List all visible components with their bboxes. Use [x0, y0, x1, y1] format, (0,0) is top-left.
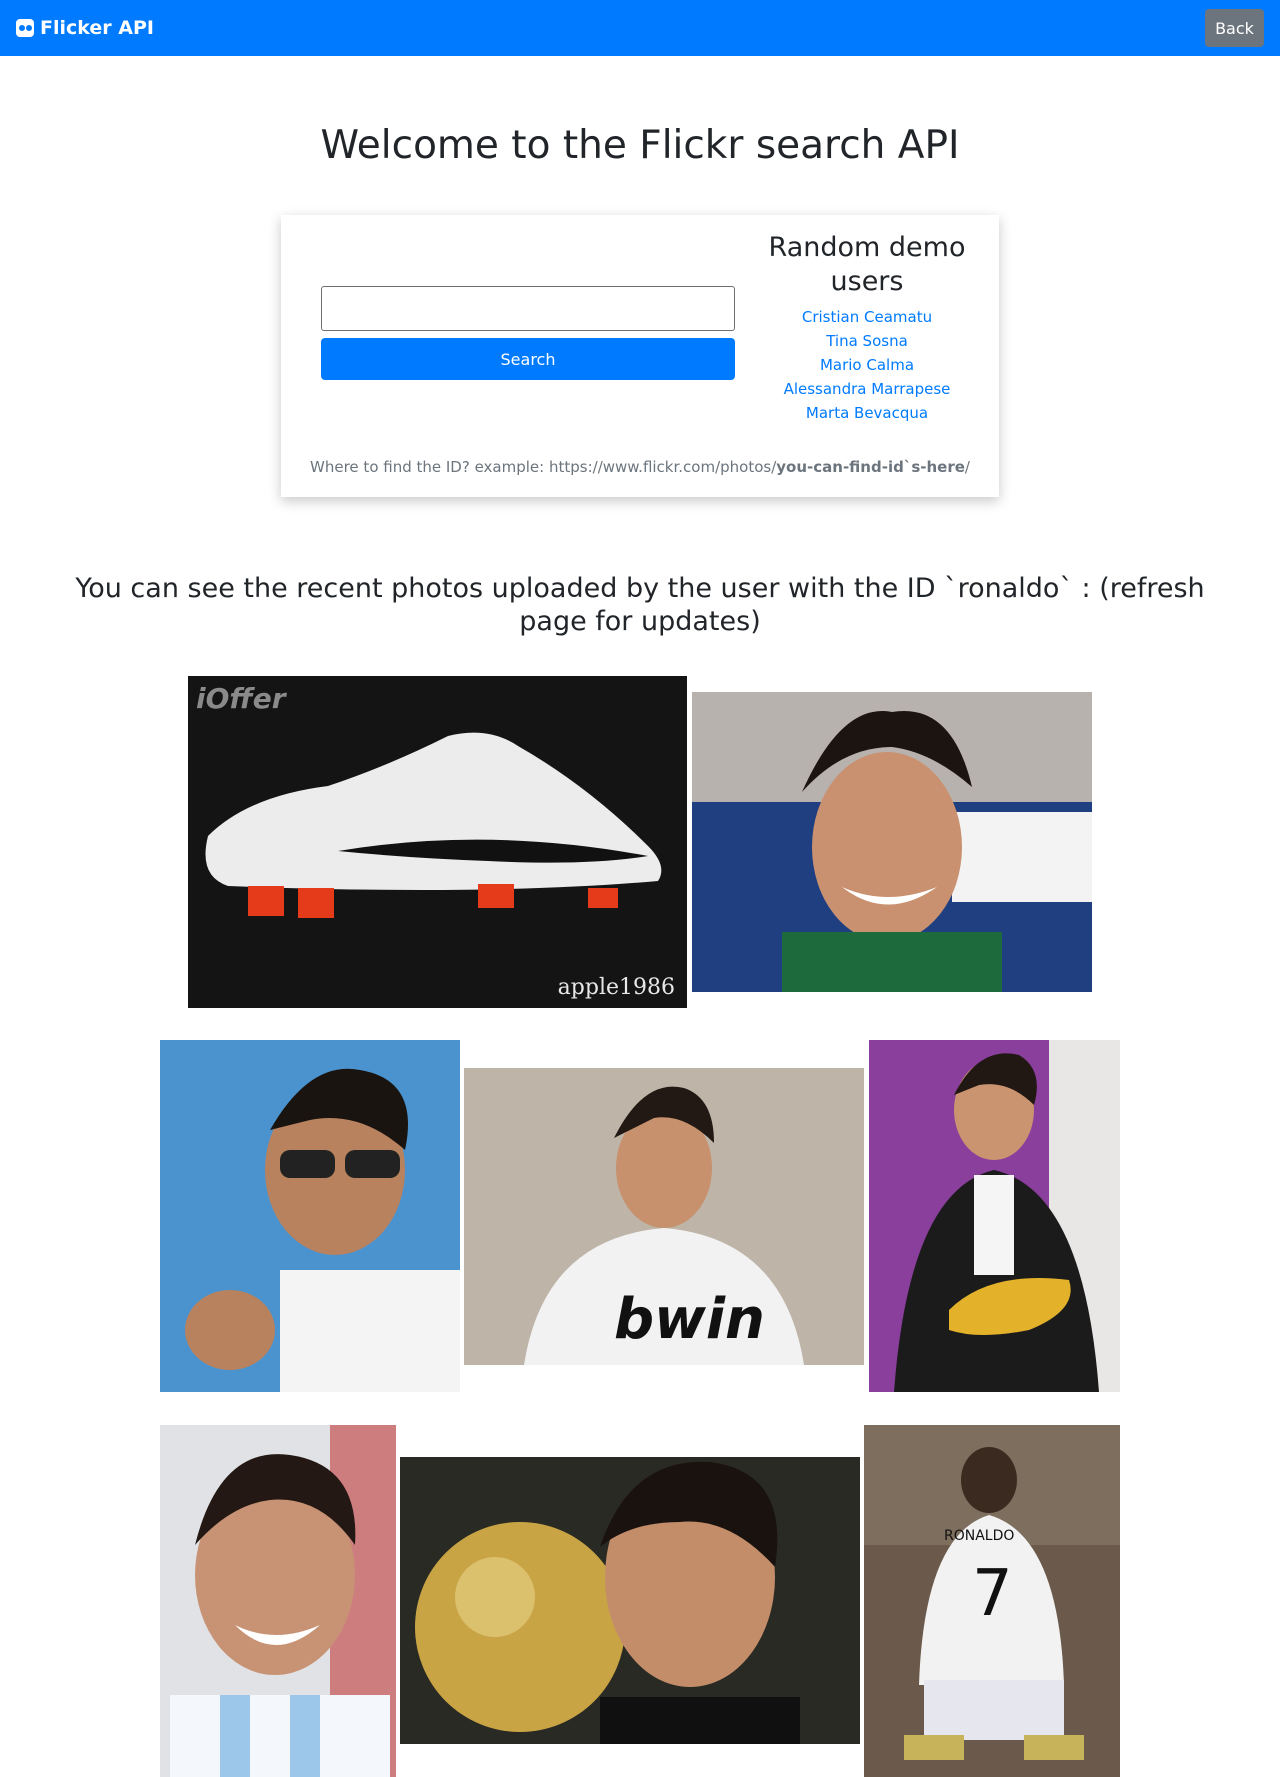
madrid-shirt-image: bwin — [464, 1068, 864, 1365]
portrait-image — [692, 692, 1092, 992]
demo-user-link[interactable]: Marta Bevacqua — [806, 404, 928, 422]
flickr-icon — [16, 19, 34, 37]
brand-link[interactable]: Flicker API — [16, 17, 154, 39]
page-title: Welcome to the Flickr search API — [320, 123, 960, 168]
help-text-highlight: you-can-find-id`s-here — [776, 458, 965, 476]
search-button[interactable]: Search — [321, 338, 735, 380]
photo-shoe[interactable]: iOffer apple1986 — [188, 676, 687, 1008]
demo-user-link[interactable]: Mario Calma — [820, 356, 914, 374]
demo-user-link[interactable]: Tina Sosna — [826, 332, 908, 350]
photo-madrid-shirt[interactable]: bwin — [464, 1068, 864, 1365]
ballon-dor-image — [400, 1457, 860, 1744]
demo-users-title: Random demo users — [768, 232, 966, 297]
demo-users-list: Cristian Ceamatu Tina Sosna Mario Calma … — [759, 305, 975, 425]
photo-sunglasses[interactable] — [160, 1040, 460, 1392]
shoe-image: iOffer — [188, 676, 687, 1008]
golden-boot-image — [869, 1040, 1120, 1392]
press-smile-image — [160, 1425, 396, 1777]
svg-text:RONALDO: RONALDO — [944, 1528, 1014, 1544]
photo-kneeling-seven[interactable]: RONALDO 7 — [864, 1425, 1120, 1777]
svg-text:bwin: bwin — [614, 1287, 765, 1352]
search-card: Search Random demo users Cristian Ceamat… — [281, 215, 999, 497]
demo-users: Random demo users Cristian Ceamatu Tina … — [759, 231, 975, 425]
search-input[interactable] — [321, 286, 735, 331]
help-text-suffix: / — [964, 458, 970, 476]
demo-user-link[interactable]: Alessandra Marrapese — [784, 380, 951, 398]
navbar: Flicker API Back — [0, 0, 1280, 56]
demo-user-link[interactable]: Cristian Ceamatu — [802, 308, 932, 326]
brand-label: Flicker API — [40, 17, 154, 39]
svg-text:iOffer: iOffer — [196, 682, 288, 715]
help-text: Where to find the ID? example: https://w… — [281, 458, 999, 476]
photo-golden-boot[interactable] — [869, 1040, 1120, 1392]
kneeling-seven-image: RONALDO 7 — [864, 1425, 1120, 1777]
back-button[interactable]: Back — [1205, 9, 1264, 47]
sunglasses-image — [160, 1040, 460, 1392]
photo-press-smile[interactable] — [160, 1425, 396, 1777]
help-text-prefix: Where to find the ID? example: https://w… — [310, 458, 777, 476]
photo-ballon-dor[interactable] — [400, 1457, 860, 1744]
photo-portrait-smile[interactable] — [692, 692, 1092, 992]
photo-watermark: apple1986 — [557, 975, 675, 1000]
photos-heading: You can see the recent photos uploaded b… — [75, 573, 1205, 637]
svg-text:7: 7 — [972, 1557, 1013, 1631]
